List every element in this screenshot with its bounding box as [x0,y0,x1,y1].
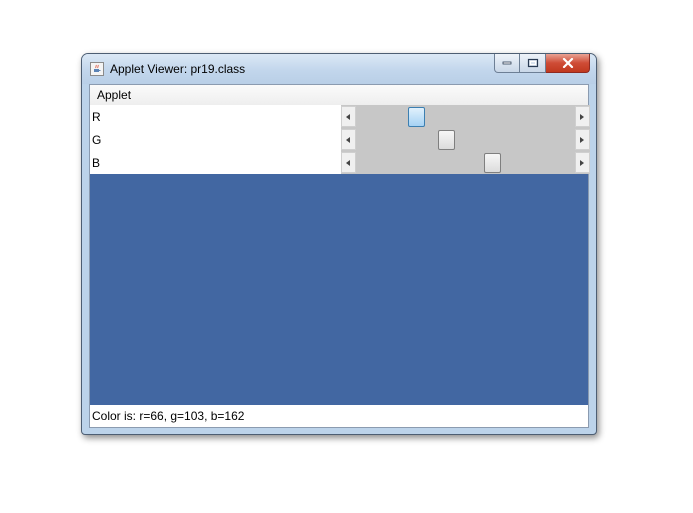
applet-content: Applet R G B Color is: r=66, g=103, b=16… [89,84,590,428]
slider-row-b: B [90,151,590,174]
scroll-left-button[interactable] [341,129,356,150]
scroll-left-button[interactable] [341,106,356,127]
scroll-thumb[interactable] [408,107,426,127]
scroll-left-button[interactable] [341,152,356,173]
scroll-thumb[interactable] [437,130,455,150]
color-preview-panel [90,174,588,405]
java-cup-icon[interactable] [90,62,104,76]
arrow-left-icon [346,114,350,120]
slider-label-b: B [92,156,101,170]
status-text: Color is: r=66, g=103, b=162 [92,409,245,423]
scroll-right-button[interactable] [575,106,590,127]
window-title: Applet Viewer: pr19.class [110,62,246,76]
scrollbar-r[interactable] [341,105,590,128]
title-bar[interactable]: Applet Viewer: pr19.class [82,54,596,84]
arrow-right-icon [580,160,584,166]
scroll-thumb[interactable] [484,153,502,173]
slider-row-r: R [90,105,590,128]
scroll-right-button[interactable] [575,129,590,150]
arrow-right-icon [580,114,584,120]
scrollbar-g[interactable] [341,128,590,151]
arrow-left-icon [346,137,350,143]
scroll-right-button[interactable] [575,152,590,173]
close-button[interactable] [546,54,590,73]
slider-label-g: G [92,133,102,147]
scrollbar-b[interactable] [341,151,590,174]
close-icon [562,58,573,68]
arrow-right-icon [580,137,584,143]
maximize-button[interactable] [520,54,546,73]
slider-label-r: R [92,110,101,124]
minimize-icon [502,61,512,65]
window-controls [494,54,590,74]
slider-row-g: G [90,128,590,151]
menu-applet[interactable]: Applet [97,88,131,102]
maximize-icon [527,58,538,68]
arrow-left-icon [346,160,350,166]
menu-bar: Applet [90,85,588,105]
status-bar: Color is: r=66, g=103, b=162 [90,405,588,427]
applet-viewer-window: Applet Viewer: pr19.class Applet R G B C… [81,53,597,435]
minimize-button[interactable] [494,54,520,73]
